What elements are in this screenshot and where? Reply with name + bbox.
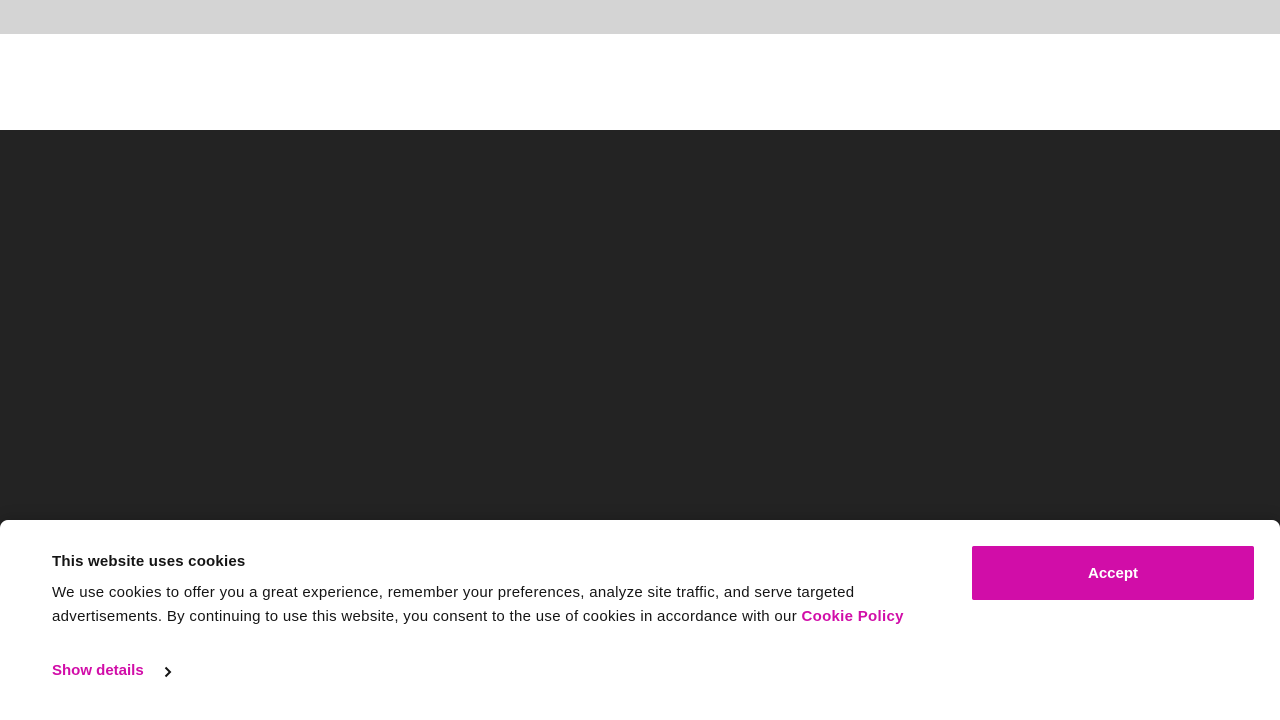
cookie-banner-title: This website uses cookies (52, 553, 246, 570)
accept-button[interactable]: Accept (972, 546, 1254, 600)
cookie-banner-text: We use cookies to offer you a great expe… (52, 581, 952, 629)
cookie-banner-body: We use cookies to offer you a great expe… (52, 584, 855, 625)
chevron-right-icon (162, 665, 174, 677)
show-details-button[interactable]: Show details (52, 662, 174, 679)
cookie-policy-link[interactable]: Cookie Policy (801, 608, 903, 625)
cookie-consent-banner: This website uses cookies We use cookies… (0, 520, 1280, 720)
top-strip (0, 0, 1280, 34)
site-header (0, 34, 1280, 130)
show-details-label: Show details (52, 662, 144, 679)
